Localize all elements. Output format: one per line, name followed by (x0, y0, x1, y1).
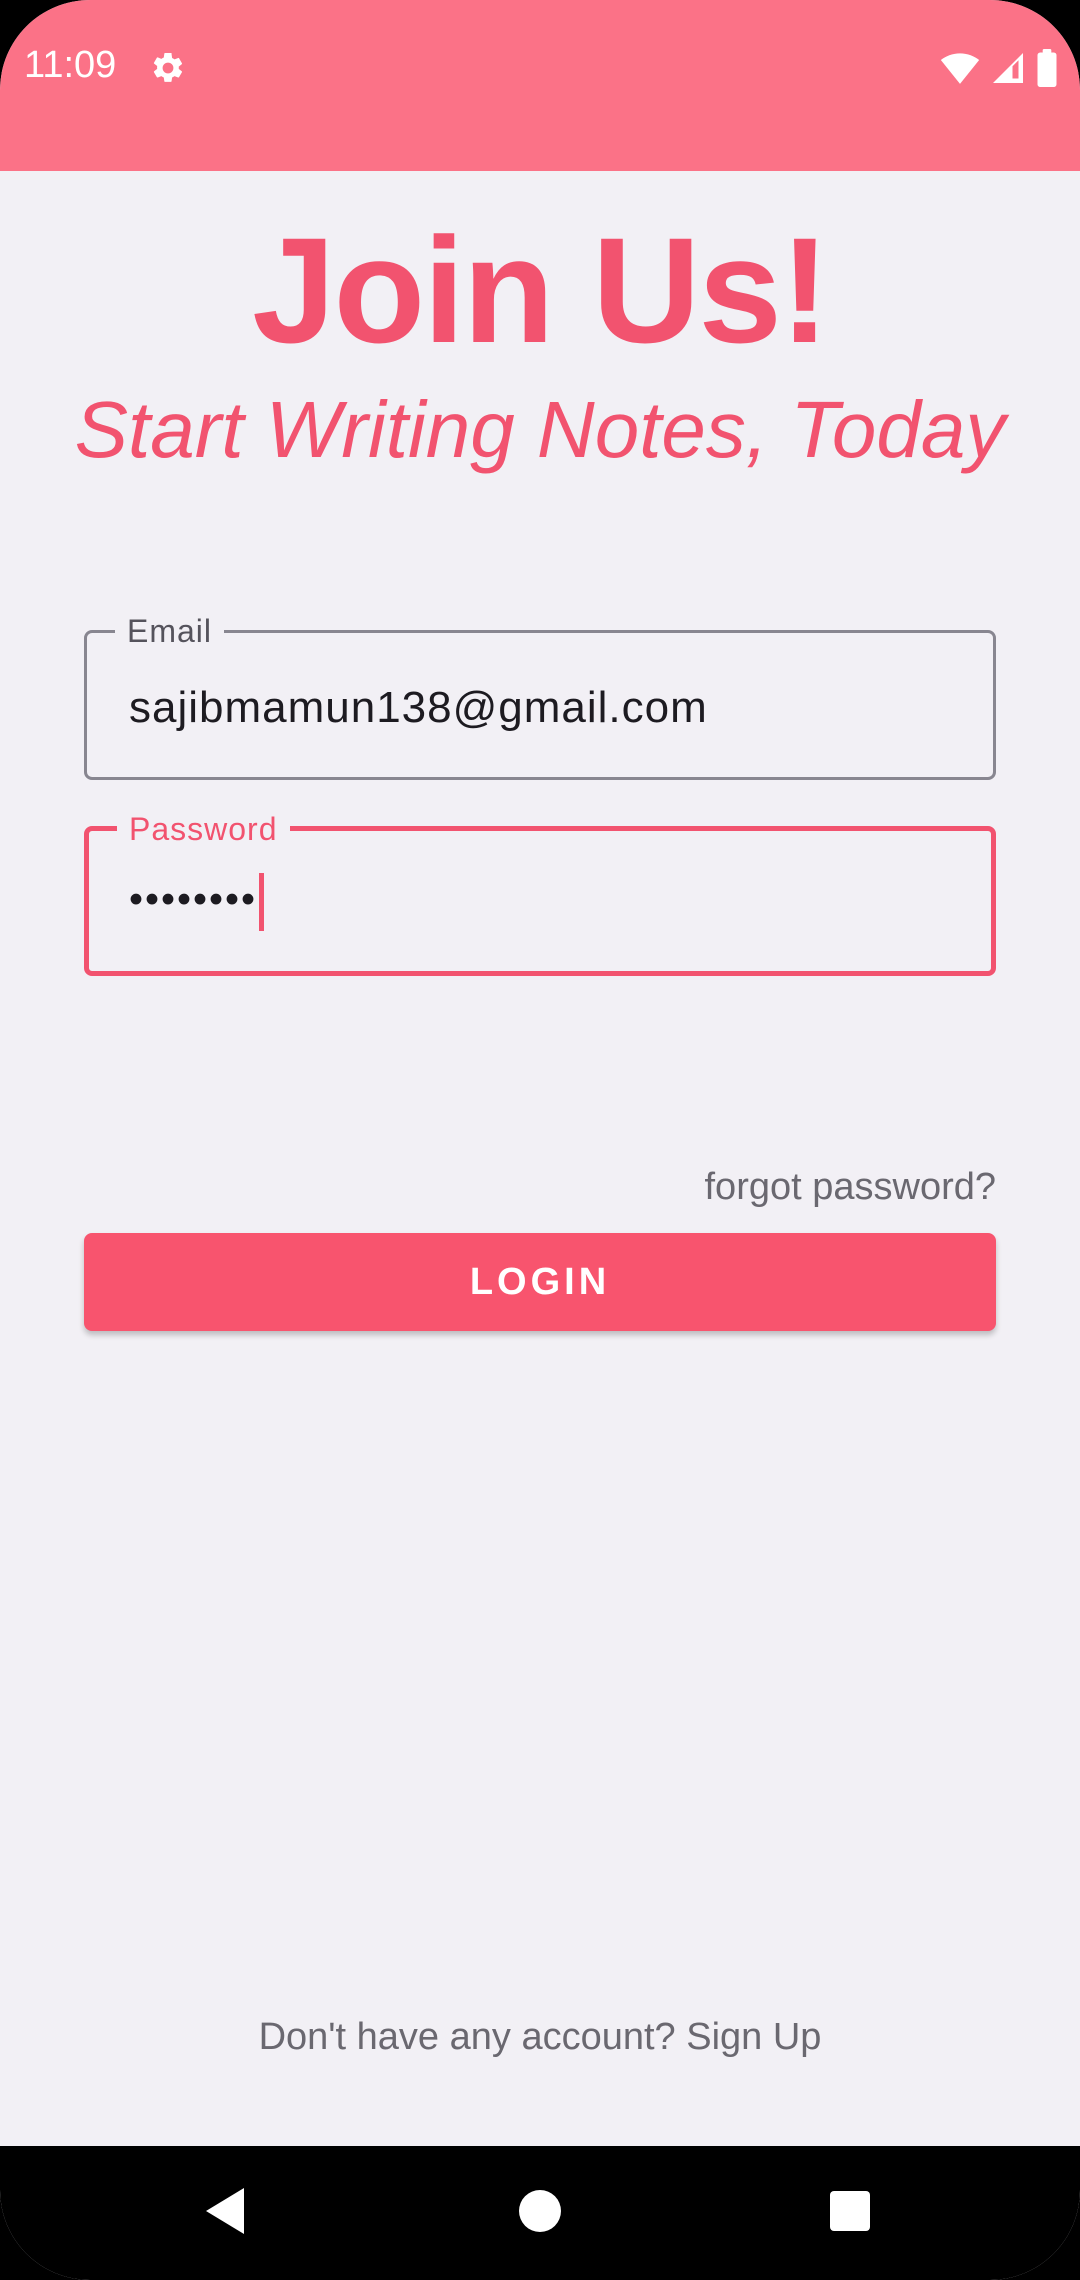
status-time: 11:09 (24, 44, 117, 86)
login-button[interactable]: LOGIN (84, 1233, 996, 1331)
password-value: •••••••• (129, 877, 258, 922)
email-label: Email (115, 611, 225, 651)
battery-icon (1037, 49, 1057, 87)
navigation-bar (0, 2146, 1080, 2280)
forgot-password-link[interactable]: forgot password? (705, 1166, 997, 1209)
password-label: Password (117, 809, 290, 849)
settings-gear-icon (153, 52, 183, 82)
text-cursor (259, 873, 265, 931)
email-input[interactable]: sajibmamun138@gmail.com (129, 683, 708, 733)
status-icons (940, 48, 1058, 88)
cell-signal-icon (993, 53, 1023, 83)
page-subtitle: Start Writing Notes, Today (74, 385, 1006, 474)
status-bar: 11:09 (0, 0, 1080, 171)
recents-icon[interactable] (815, 2176, 885, 2246)
page-title: Join Us! (252, 206, 830, 374)
wifi-icon (940, 53, 980, 84)
home-icon[interactable] (505, 2176, 575, 2246)
email-field[interactable]: Email sajibmamun138@gmail.com (84, 611, 996, 780)
signup-link[interactable]: Don't have any account? Sign Up (0, 2016, 1080, 2059)
back-icon[interactable] (190, 2176, 260, 2246)
screen: 11:09 Join Us! Start Writing Notes, Toda… (0, 0, 1080, 2280)
password-input[interactable]: •••••••• (129, 873, 265, 931)
password-field[interactable]: Password •••••••• (84, 809, 996, 976)
